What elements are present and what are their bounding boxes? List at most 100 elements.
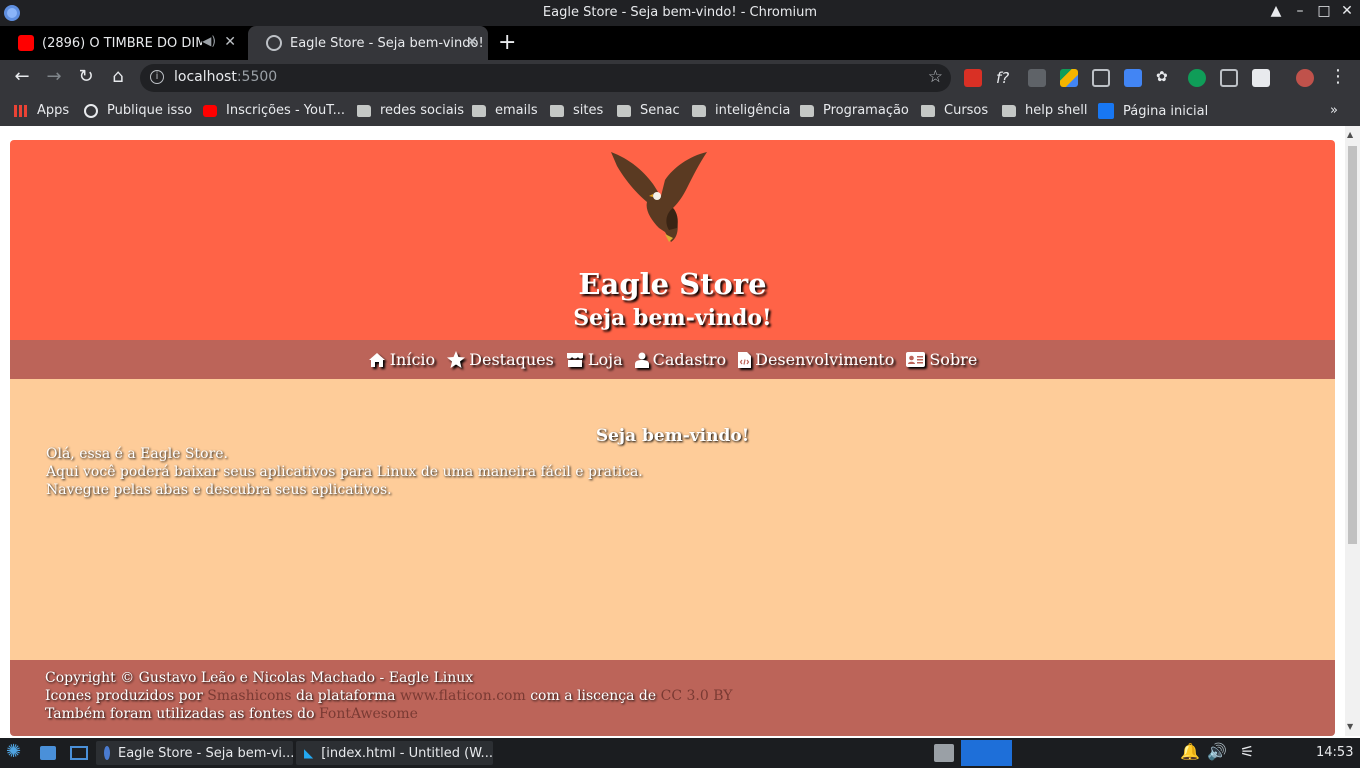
folder-icon xyxy=(1002,104,1016,117)
formula-extension-icon[interactable]: f? xyxy=(996,69,1014,87)
close-window-button[interactable]: ✕ xyxy=(1338,3,1356,19)
bookmark-cursos[interactable]: Cursos xyxy=(921,103,988,118)
gnome-extension-icon[interactable]: ✿ xyxy=(1156,69,1174,87)
window-title: Eagle Store - Seja bem-vindo! - Chromium xyxy=(542,5,818,20)
facebook-icon xyxy=(1098,103,1114,119)
screenshot-extension-icon[interactable] xyxy=(1252,69,1270,87)
site-header: Eagle Store Seja bem-vindo! xyxy=(10,140,1335,340)
bookmark-star-icon[interactable]: ☆ xyxy=(928,67,943,87)
avatar[interactable] xyxy=(1296,69,1314,87)
evernote-extension-icon[interactable] xyxy=(1188,69,1206,87)
tab-label: (2896) O TIMBRE DO DIME xyxy=(42,35,202,51)
os-taskbar: ✺ Eagle Store - Seja bem-vi... ◣ [index.… xyxy=(0,738,1360,768)
cast-extension-icon[interactable] xyxy=(1220,69,1238,87)
bookmarks-bar: Apps Publique isso Inscrições - YouT... … xyxy=(0,96,1360,126)
nav-loja[interactable]: Loja xyxy=(566,350,623,369)
pen-extension-icon[interactable] xyxy=(1028,69,1046,87)
close-tab-icon[interactable]: ✕ xyxy=(224,34,236,50)
new-tab-button[interactable]: + xyxy=(498,30,516,55)
globe-icon xyxy=(266,35,282,51)
clock: 14:53 xyxy=(1316,745,1354,760)
task-vscode[interactable]: ◣ [index.html - Untitled (W... xyxy=(296,741,493,765)
workspace-2-active[interactable] xyxy=(961,740,1012,766)
page-scrollbar[interactable]: ▲ ▼ xyxy=(1345,126,1360,736)
address-bar[interactable]: i localhost:5500 ☆ xyxy=(140,64,951,92)
minimize-button[interactable]: – xyxy=(1291,3,1309,19)
maximize-up-icon[interactable]: ▲ xyxy=(1267,3,1285,19)
folder-icon xyxy=(921,104,935,117)
browser-toolbar: ← → ↻ ⌂ i localhost:5500 ☆ f? ✿ ⋮ xyxy=(0,60,1360,96)
bookmark-programacao[interactable]: Programação xyxy=(800,103,909,118)
folder-icon xyxy=(617,104,631,117)
site-footer: Copyright © Gustavo Leão e Nicolas Macha… xyxy=(10,660,1335,736)
license-link[interactable]: CC 3.0 BY xyxy=(661,688,733,704)
keep-extension-icon[interactable] xyxy=(1092,69,1110,87)
footer-credits: Icones produzidos por Smashicons da plat… xyxy=(45,688,733,704)
scrollbar-thumb[interactable] xyxy=(1348,146,1357,544)
nav-inicio[interactable]: Início xyxy=(368,350,435,369)
bookmark-apps[interactable]: Apps xyxy=(14,103,69,118)
forward-button[interactable]: → xyxy=(42,66,66,87)
apps-grid-icon xyxy=(14,104,28,117)
url-text: localhost:5500 xyxy=(174,69,278,85)
scroll-up-icon[interactable]: ▲ xyxy=(1347,130,1353,139)
tab-label: Eagle Store - Seja bem-vindo! xyxy=(290,35,484,51)
nav-desenvolvimento[interactable]: Desenvolvimento xyxy=(738,350,894,369)
close-tab-icon[interactable]: ✕ xyxy=(466,34,478,50)
scroll-down-icon[interactable]: ▼ xyxy=(1347,722,1353,731)
youtube-icon xyxy=(203,104,217,117)
star-icon xyxy=(447,351,466,368)
bookmark-pagina-inicial[interactable]: Página inicial xyxy=(1098,103,1208,119)
globe-icon xyxy=(84,103,98,118)
tab-eagle-store[interactable]: Eagle Store - Seja bem-vindo! ✕ xyxy=(248,26,488,60)
content-heading: Seja bem-vindo! xyxy=(595,426,750,446)
web-page: Eagle Store Seja bem-vindo! Início Desta… xyxy=(0,126,1360,736)
audio-playing-icon[interactable]: ◀) xyxy=(202,34,216,48)
nav-cadastro[interactable]: Cadastro xyxy=(634,350,726,369)
site-title: Eagle Store xyxy=(578,267,767,301)
file-manager-icon[interactable] xyxy=(40,746,56,760)
bookmark-sites[interactable]: sites xyxy=(550,103,603,118)
menu-kebab-icon[interactable]: ⋮ xyxy=(1326,66,1350,87)
home-button[interactable]: ⌂ xyxy=(106,66,130,87)
show-desktop-icon[interactable] xyxy=(70,746,88,760)
bookmarks-overflow-icon[interactable]: » xyxy=(1330,103,1338,118)
content-line-3: Navegue pelas abas e descubra seus aplic… xyxy=(46,482,392,498)
bookmark-inteligencia[interactable]: inteligência xyxy=(692,103,790,118)
bookmark-help-shell[interactable]: help shell xyxy=(1002,103,1087,118)
pin-extension-icon[interactable] xyxy=(964,69,982,87)
workspace-1-icon[interactable] xyxy=(934,744,954,762)
back-button[interactable]: ← xyxy=(10,66,34,87)
id-card-icon xyxy=(906,352,926,367)
nav-sobre[interactable]: Sobre xyxy=(906,350,977,369)
bookmark-redes-sociais[interactable]: redes sociais xyxy=(357,103,464,118)
bookmark-publique-isso[interactable]: Publique isso xyxy=(84,103,192,118)
footer-fonts: Também foram utilizadas as fontes do Fon… xyxy=(45,706,418,722)
nav-destaques[interactable]: Destaques xyxy=(447,350,554,369)
folder-icon xyxy=(800,104,814,117)
network-icon[interactable]: ⚟ xyxy=(1240,742,1254,761)
flaticon-link[interactable]: www.flaticon.com xyxy=(400,688,526,704)
eagle-logo xyxy=(611,152,707,242)
bookmark-emails[interactable]: emails xyxy=(472,103,538,118)
user-icon xyxy=(634,352,649,368)
task-chromium[interactable]: Eagle Store - Seja bem-vi... xyxy=(96,741,294,765)
site-subtitle: Seja bem-vindo! xyxy=(573,305,772,331)
volume-icon[interactable]: 🔊 xyxy=(1207,742,1227,761)
smashicons-link[interactable]: Smashicons xyxy=(207,688,291,704)
start-menu-icon[interactable]: ✺ xyxy=(6,741,21,762)
folder-icon xyxy=(357,104,371,117)
info-icon[interactable]: i xyxy=(150,70,164,84)
main-content: Seja bem-vindo! Olá, essa é a Eagle Stor… xyxy=(10,379,1335,660)
translate-extension-icon[interactable] xyxy=(1124,69,1142,87)
site-nav: Início Destaques Loja Cadastro Desenvolv… xyxy=(10,340,1335,379)
bookmark-senac[interactable]: Senac xyxy=(617,103,680,118)
fontawesome-link[interactable]: FontAwesome xyxy=(319,706,418,722)
google-drive-icon[interactable] xyxy=(1060,69,1078,87)
bookmark-inscricoes[interactable]: Inscrições - YouT... xyxy=(203,103,345,118)
restore-button[interactable]: □ xyxy=(1315,3,1333,19)
tab-youtube[interactable]: (2896) O TIMBRE DO DIME ◀) ✕ xyxy=(0,26,246,60)
notification-bell-icon[interactable]: 🔔 xyxy=(1180,742,1200,761)
store-icon xyxy=(566,352,583,367)
reload-button[interactable]: ↻ xyxy=(74,66,98,87)
